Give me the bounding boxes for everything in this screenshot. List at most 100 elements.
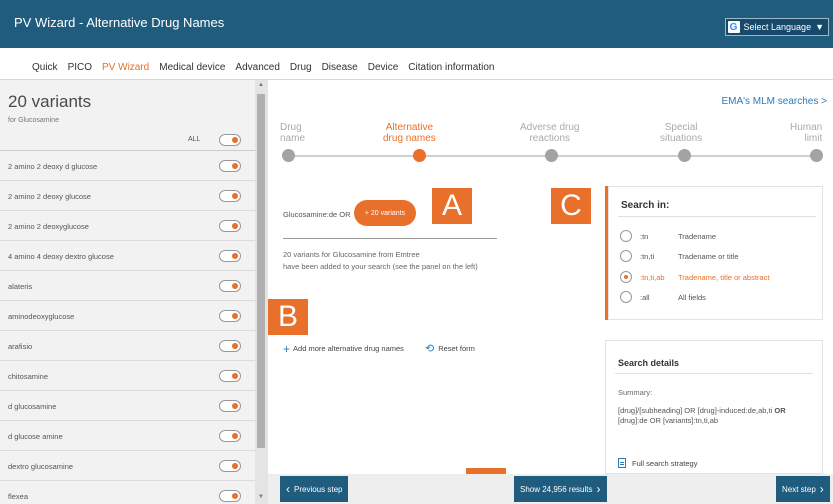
callout-b: B xyxy=(268,299,308,335)
variant-toggle[interactable] xyxy=(219,160,241,172)
radio-button[interactable] xyxy=(620,230,632,242)
previous-step-button[interactable]: ‹ Previous step xyxy=(280,476,349,502)
variant-item: arafisio xyxy=(0,331,255,361)
step-label-line: Special xyxy=(664,122,698,133)
option-code: :tn,ti,ab xyxy=(640,273,665,282)
step-special-situations[interactable]: Special situations xyxy=(660,122,702,144)
step-label-line: reactions xyxy=(529,133,571,144)
variant-toggle[interactable] xyxy=(219,400,241,412)
drug-term: Glucosamine:de OR xyxy=(283,210,351,219)
variant-toggle[interactable] xyxy=(219,490,241,502)
variant-toggle[interactable] xyxy=(219,310,241,322)
all-label: ALL xyxy=(188,136,201,143)
radio-button[interactable] xyxy=(620,291,632,303)
variant-label: flexea xyxy=(8,492,29,501)
step-dot[interactable] xyxy=(282,149,295,162)
step-dot[interactable] xyxy=(810,149,823,162)
previous-step-label: Previous step xyxy=(294,484,343,494)
step-label-line: situations xyxy=(660,133,703,144)
variants-count: 20 variants xyxy=(8,92,92,111)
next-step-button[interactable]: Next step › xyxy=(776,476,830,502)
variant-toggle[interactable] xyxy=(219,340,241,352)
variant-item: d glucose amine xyxy=(0,421,255,451)
chevron-right-icon: › xyxy=(819,482,824,496)
search-option-tn-ti-ab[interactable]: :tn,ti,ab Tradename, title or abstract xyxy=(620,271,820,285)
callout-a: A xyxy=(432,188,472,224)
nav-pv-wizard[interactable]: PV Wizard xyxy=(102,62,149,73)
search-details-heading: Search details xyxy=(618,358,680,368)
step-dot[interactable] xyxy=(678,149,691,162)
step-human-limit[interactable]: Human limit xyxy=(790,122,822,144)
scroll-down-icon[interactable]: ▼ xyxy=(258,494,264,500)
step-alternative-drug-names[interactable]: Alternative drug names xyxy=(383,122,436,144)
variant-item: aminodeoxyglucose xyxy=(0,301,255,331)
step-drug-name[interactable]: Drug name xyxy=(280,122,305,144)
nav-advanced[interactable]: Advanced xyxy=(235,62,279,73)
step-dot[interactable] xyxy=(545,149,558,162)
nav-drug[interactable]: Drug xyxy=(290,62,312,73)
reset-icon: ⟲ xyxy=(425,342,435,355)
option-code: :tn xyxy=(640,232,649,241)
step-label-line: Human xyxy=(790,122,823,133)
variant-item: chitosamine xyxy=(0,361,255,391)
variant-item: alateris xyxy=(0,271,255,301)
variant-toggle[interactable] xyxy=(219,280,241,292)
search-option-tn-ti[interactable]: :tn,ti Tradename or title xyxy=(620,250,820,264)
variant-toggle[interactable] xyxy=(219,220,241,232)
nav-citation-information[interactable]: Citation information xyxy=(408,62,494,73)
variant-label: d glucose amine xyxy=(8,432,63,441)
variant-item: 4 amino 4 deoxy dextro glucose xyxy=(0,241,255,271)
step-dot-active[interactable] xyxy=(413,149,426,162)
info-text: have been added to your search (see the … xyxy=(283,262,478,271)
page-title: PV Wizard - Alternative Drug Names xyxy=(14,15,225,30)
variant-toggle[interactable] xyxy=(219,190,241,202)
chevron-left-icon: ‹ xyxy=(286,482,290,496)
panel-divider xyxy=(615,373,813,374)
chevron-right-icon: › xyxy=(596,482,601,496)
step-adverse-drug-reactions[interactable]: Adverse drug reactions xyxy=(520,122,579,144)
variant-toggle[interactable] xyxy=(219,250,241,262)
radio-button-selected[interactable] xyxy=(620,271,632,283)
variant-toggle[interactable] xyxy=(219,370,241,382)
variant-item: d glucosamine xyxy=(0,391,255,421)
search-in-panel: Search in: :tn Tradename :tn,ti Tradename … xyxy=(605,186,823,320)
full-strategy-label: Full search strategy xyxy=(632,458,698,468)
nav-quick[interactable]: Quick xyxy=(32,62,58,73)
variant-label: 2 amino 2 deoxy glucose xyxy=(8,192,91,201)
step-label-line: Drug xyxy=(280,122,302,133)
variants-scrollbar[interactable]: ▲ ▼ xyxy=(255,80,268,504)
nav-disease[interactable]: Disease xyxy=(322,62,358,73)
variant-label: chitosamine xyxy=(8,372,49,381)
variants-pill-button[interactable]: + 20 variants xyxy=(354,200,416,226)
nav-medical-device[interactable]: Medical device xyxy=(159,62,225,73)
nav-pico[interactable]: PICO xyxy=(68,62,92,73)
scrollbar-thumb[interactable] xyxy=(257,94,265,448)
add-more-drug-names-button[interactable]: + Add more alternative drug names xyxy=(283,341,404,356)
ema-mlm-link[interactable]: EMA's MLM searches > xyxy=(721,96,827,107)
variant-label: alateris xyxy=(8,282,33,291)
search-option-all[interactable]: :all All fields xyxy=(620,291,820,305)
select-language-label: Select Language xyxy=(743,22,812,32)
step-label-line: limit xyxy=(804,133,823,144)
panel-divider xyxy=(618,216,816,217)
variant-toggle[interactable] xyxy=(219,460,241,472)
radio-button[interactable] xyxy=(620,250,632,262)
variant-toggle[interactable] xyxy=(219,430,241,442)
scroll-up-icon[interactable]: ▲ xyxy=(258,82,264,88)
show-results-button[interactable]: Show 24,956 results › xyxy=(514,476,607,502)
search-in-heading: Search in: xyxy=(621,200,670,211)
nav-device[interactable]: Device xyxy=(368,62,399,73)
full-search-strategy-link[interactable]: Full search strategy xyxy=(618,458,697,468)
main-nav: Quick PICO PV Wizard Medical device Adva… xyxy=(0,48,833,80)
search-option-tn[interactable]: :tn Tradename xyxy=(620,230,820,244)
plus-icon: + xyxy=(283,341,291,356)
callout-c: C xyxy=(551,188,591,224)
info-text: 20 variants for Glucosamine from Emtree xyxy=(283,250,420,259)
reset-form-button[interactable]: ⟲ Reset form xyxy=(425,342,475,355)
option-desc: Tradename xyxy=(678,232,717,241)
variant-label: aminodeoxyglucose xyxy=(8,312,75,321)
variant-item: flexea xyxy=(0,481,255,504)
search-query-summary: [drug]/[subheading] OR [drug]-induced:de… xyxy=(618,406,814,426)
all-toggle[interactable] xyxy=(219,134,241,146)
select-language-button[interactable]: G Select Language ▼ xyxy=(724,18,829,36)
